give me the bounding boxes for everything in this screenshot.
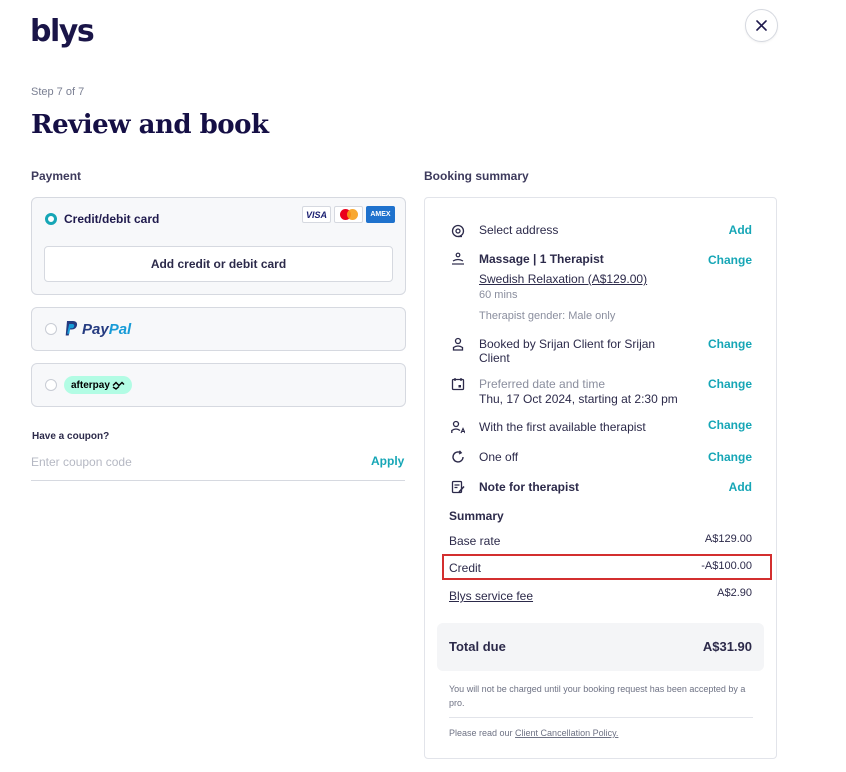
location-icon <box>451 224 465 238</box>
payment-heading: Payment <box>31 169 82 183</box>
add-note-button[interactable]: Add <box>729 480 752 494</box>
massage-icon <box>452 252 464 265</box>
policy-notice: Please read our Client Cancellation Poli… <box>449 728 618 738</box>
paypal-pay-text: Pay <box>82 320 109 338</box>
card-radio[interactable] <box>45 213 57 225</box>
paypal-radio[interactable] <box>45 323 57 335</box>
amex-icon: AMEX <box>366 206 395 223</box>
card-logos: VISA AMEX <box>302 206 395 223</box>
coupon-input[interactable] <box>31 450 321 474</box>
base-rate-label: Base rate <box>449 534 501 548</box>
payment-option-afterpay[interactable]: afterpay <box>31 363 406 407</box>
change-recipient-button[interactable]: Change <box>708 337 752 351</box>
afterpay-label: afterpay <box>71 379 110 391</box>
base-rate-value: A$129.00 <box>704 533 752 545</box>
charge-notice: You will not be charged until your booki… <box>449 684 746 708</box>
page-title: Review and book <box>31 110 269 140</box>
total-due-box: Total due A$31.90 <box>437 623 764 671</box>
coupon-label: Have a coupon? <box>32 431 110 442</box>
close-button[interactable] <box>745 9 778 42</box>
notice-divider <box>449 717 753 718</box>
payment-option-card[interactable]: Credit/debit card VISA AMEX Add credit o… <box>31 197 406 295</box>
change-massage-button[interactable]: Change <box>708 253 752 267</box>
total-due-value: A$31.90 <box>702 639 752 654</box>
change-frequency-button[interactable]: Change <box>708 450 752 464</box>
visa-icon: VISA <box>302 206 331 223</box>
service-fee-link[interactable]: Blys service fee <box>449 589 533 603</box>
recurring-icon <box>452 450 464 463</box>
paypal-logo: PayPal <box>64 320 131 338</box>
mastercard-icon <box>334 206 363 223</box>
date-time-label: Preferred date and time <box>479 377 606 391</box>
therapist-gender-text: Therapist gender: Male only <box>479 310 616 322</box>
add-card-button[interactable]: Add credit or debit card <box>44 246 393 282</box>
duration-text: 60 mins <box>479 289 518 301</box>
therapist-text: With the first available therapist <box>479 420 646 434</box>
close-icon <box>756 20 767 31</box>
user-icon <box>452 337 464 351</box>
note-icon <box>451 480 465 494</box>
coupon-divider <box>31 480 405 481</box>
cancellation-policy-link[interactable]: Client Cancellation Policy. <box>515 728 618 738</box>
booked-by-text: Booked by Srijan Client for Srijan Clien… <box>479 337 656 365</box>
add-address-button[interactable]: Add <box>729 223 752 237</box>
service-fee-value: A$2.90 <box>717 587 752 599</box>
card-option-label: Credit/debit card <box>64 212 160 226</box>
blys-logo: blys <box>30 14 95 49</box>
select-address-text: Select address <box>479 223 559 237</box>
paypal-pal-text: Pal <box>108 320 132 338</box>
afterpay-radio[interactable] <box>45 379 57 391</box>
afterpay-arrows-icon <box>112 381 125 390</box>
paypal-icon <box>65 321 78 336</box>
booking-summary-heading: Booking summary <box>424 169 529 183</box>
change-datetime-button[interactable]: Change <box>708 377 752 391</box>
calendar-icon <box>451 378 465 391</box>
date-time-value: Thu, 17 Oct 2024, starting at 2:30 pm <box>479 392 678 406</box>
therapist-icon <box>451 420 465 434</box>
summary-heading: Summary <box>449 509 504 523</box>
change-therapist-button[interactable]: Change <box>708 418 752 432</box>
massage-title: Massage | 1 Therapist <box>479 252 604 266</box>
treatment-link[interactable]: Swedish Relaxation (A$129.00) <box>479 272 647 286</box>
booking-summary-panel: Select address Add Massage | 1 Therapist… <box>424 197 777 759</box>
afterpay-logo: afterpay <box>64 376 132 394</box>
apply-coupon-button[interactable]: Apply <box>371 454 404 468</box>
step-indicator: Step 7 of 7 <box>31 86 85 98</box>
note-text: Note for therapist <box>479 480 580 494</box>
frequency-text: One off <box>479 450 519 464</box>
credit-value: -A$100.00 <box>701 560 752 572</box>
total-due-label: Total due <box>449 639 506 654</box>
credit-label: Credit <box>449 561 482 575</box>
payment-option-paypal[interactable]: PayPal <box>31 307 406 351</box>
policy-prefix: Please read our <box>449 728 516 738</box>
